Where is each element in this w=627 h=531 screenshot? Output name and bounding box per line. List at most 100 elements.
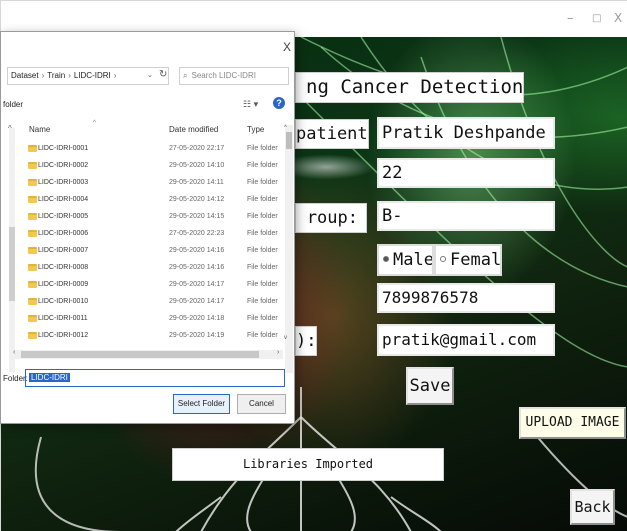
scroll-right-icon[interactable]: › bbox=[277, 349, 279, 356]
email-field[interactable]: pratik@gmail.com bbox=[377, 324, 555, 356]
gender-female-label: Female bbox=[450, 250, 502, 270]
minimize-icon[interactable]: – bbox=[567, 11, 574, 26]
folder-icon bbox=[28, 196, 37, 203]
column-header-name[interactable]: Name bbox=[29, 125, 50, 134]
row-type: File folder bbox=[247, 332, 278, 339]
row-type: File folder bbox=[247, 196, 278, 203]
table-row[interactable]: LIDC-IDRI-0003 29-05-2020 14:11 File folde… bbox=[25, 176, 283, 191]
folder-icon bbox=[28, 145, 37, 152]
column-header-type[interactable]: Type bbox=[247, 125, 264, 134]
breadcrumb-item-lidc[interactable]: LIDC-IDRI bbox=[74, 71, 111, 80]
row-date: 27-05-2020 22:23 bbox=[169, 230, 225, 237]
row-type: File folder bbox=[247, 298, 278, 305]
maximize-icon[interactable]: □ bbox=[592, 13, 601, 24]
column-headers: Name Date modified Type bbox=[25, 123, 283, 139]
row-name: LIDC-IDRI-0009 bbox=[38, 281, 89, 288]
breadcrumb-item-dataset[interactable]: Dataset bbox=[11, 71, 39, 80]
row-date: 29-05-2020 14:10 bbox=[169, 162, 225, 169]
folder-name-value: LIDC-IDRI bbox=[29, 373, 70, 382]
table-row[interactable]: LIDC-IDRI-0011 29-05-2020 14:18 File folde… bbox=[25, 312, 283, 327]
breadcrumb[interactable]: Dataset › Train › LIDC-IDRI › bbox=[7, 67, 169, 85]
row-date: 29-05-2020 14:19 bbox=[169, 332, 225, 339]
search-input[interactable]: ⌕ Search LIDC-IDRI bbox=[179, 67, 289, 85]
row-type: File folder bbox=[247, 281, 278, 288]
vertical-scroll-thumb[interactable] bbox=[286, 132, 292, 149]
table-row[interactable]: LIDC-IDRI-0001 27-05-2020 22:17 File folde… bbox=[25, 142, 283, 157]
row-date: 29-05-2020 14:12 bbox=[169, 196, 225, 203]
dialog-toolbar: folder ☷ ▾ ? bbox=[1, 94, 294, 116]
gender-male-radio[interactable]: Male bbox=[377, 244, 434, 276]
row-date: 29-05-2020 14:17 bbox=[169, 281, 225, 288]
new-folder-button[interactable]: folder bbox=[3, 100, 23, 109]
row-date: 29-05-2020 14:15 bbox=[169, 213, 225, 220]
age-field[interactable]: 22 bbox=[377, 158, 555, 188]
horizontal-scroll-thumb[interactable] bbox=[21, 351, 259, 358]
nav-pane-scroll-thumb[interactable] bbox=[9, 227, 15, 301]
scroll-up-icon[interactable]: ^ bbox=[284, 125, 287, 131]
row-type: File folder bbox=[247, 315, 278, 322]
row-name: LIDC-IDRI-0007 bbox=[38, 247, 89, 254]
table-row[interactable]: LIDC-IDRI-0010 29-05-2020 14:17 File folde… bbox=[25, 295, 283, 310]
row-name: LIDC-IDRI-0001 bbox=[38, 145, 89, 152]
table-row[interactable]: LIDC-IDRI-0002 29-05-2020 14:10 File folde… bbox=[25, 159, 283, 174]
cancel-button[interactable]: Cancel bbox=[237, 394, 286, 414]
breadcrumb-item-train[interactable]: Train bbox=[47, 71, 65, 80]
page-title: ng Cancer Detection bbox=[295, 72, 524, 103]
gender-female-radio[interactable]: Female bbox=[434, 244, 502, 276]
select-folder-button[interactable]: Select Folder bbox=[173, 394, 230, 414]
row-type: File folder bbox=[247, 213, 278, 220]
chevron-right-icon: › bbox=[68, 71, 71, 80]
table-row[interactable]: LIDC-IDRI-0005 29-05-2020 14:15 File folde… bbox=[25, 210, 283, 225]
table-row[interactable]: LIDC-IDRI-0008 29-05-2020 14:16 File folde… bbox=[25, 261, 283, 276]
folder-icon bbox=[28, 230, 37, 237]
folder-icon bbox=[28, 213, 37, 220]
row-name: LIDC-IDRI-0012 bbox=[38, 332, 89, 339]
folder-icon bbox=[28, 332, 37, 339]
folder-icon bbox=[28, 264, 37, 271]
row-type: File folder bbox=[247, 162, 278, 169]
search-placeholder: Search LIDC-IDRI bbox=[191, 71, 256, 80]
help-icon[interactable]: ? bbox=[273, 97, 285, 109]
dialog-close-icon[interactable]: X bbox=[283, 40, 291, 54]
row-date: 29-05-2020 14:16 bbox=[169, 247, 225, 254]
status-label: Libraries Imported bbox=[172, 448, 444, 481]
folder-icon bbox=[28, 298, 37, 305]
row-name: LIDC-IDRI-0011 bbox=[38, 315, 88, 322]
row-date: 29-05-2020 14:18 bbox=[169, 315, 225, 322]
refresh-icon[interactable]: ↻ bbox=[159, 69, 167, 80]
blood-group-field[interactable]: B- bbox=[377, 201, 555, 231]
table-row[interactable]: LIDC-IDRI-0009 29-05-2020 14:17 File folde… bbox=[25, 278, 283, 293]
view-options-icon[interactable]: ☷ ▾ bbox=[243, 99, 258, 110]
folder-icon bbox=[28, 315, 37, 322]
folder-icon bbox=[28, 247, 37, 254]
patient-name-field[interactable]: Pratik Deshpande bbox=[377, 117, 555, 149]
chevron-right-icon: › bbox=[41, 71, 45, 80]
patient-name-label: patient: bbox=[295, 119, 369, 149]
folder-icon bbox=[28, 162, 37, 169]
row-name: LIDC-IDRI-0008 bbox=[38, 264, 89, 271]
row-type: File folder bbox=[247, 145, 278, 152]
save-button[interactable]: Save bbox=[406, 367, 454, 405]
row-date: 29-05-2020 14:16 bbox=[169, 264, 225, 271]
row-name: LIDC-IDRI-0005 bbox=[38, 213, 89, 220]
table-row[interactable]: LIDC-IDRI-0004 29-05-2020 14:12 File folde… bbox=[25, 193, 283, 208]
table-row[interactable]: LIDC-IDRI-0012 29-05-2020 14:19 File folde… bbox=[25, 329, 283, 344]
row-name: LIDC-IDRI-0006 bbox=[38, 230, 89, 237]
radio-unselected-icon bbox=[440, 256, 446, 262]
scroll-left-icon[interactable]: ‹ bbox=[13, 349, 15, 356]
close-icon[interactable]: X bbox=[614, 11, 622, 25]
row-name: LIDC-IDRI-0010 bbox=[38, 298, 89, 305]
email-label: ): bbox=[295, 326, 317, 356]
folder-name-input[interactable]: LIDC-IDRI bbox=[25, 369, 285, 387]
folder-icon bbox=[28, 179, 37, 186]
row-type: File folder bbox=[247, 247, 278, 254]
upload-image-button[interactable]: UPLOAD IMAGE bbox=[519, 407, 626, 439]
chevron-down-icon[interactable]: ⌄ bbox=[147, 71, 153, 79]
table-row[interactable]: LIDC-IDRI-0006 27-05-2020 22:23 File folde… bbox=[25, 227, 283, 242]
column-header-date[interactable]: Date modified bbox=[169, 125, 218, 134]
back-button[interactable]: Back bbox=[570, 489, 615, 525]
scroll-down-icon[interactable]: v bbox=[284, 335, 287, 341]
table-row[interactable]: LIDC-IDRI-0007 29-05-2020 14:16 File folde… bbox=[25, 244, 283, 259]
blood-group-label: roup: bbox=[295, 203, 367, 233]
phone-field[interactable]: 7899876578 bbox=[377, 283, 555, 313]
